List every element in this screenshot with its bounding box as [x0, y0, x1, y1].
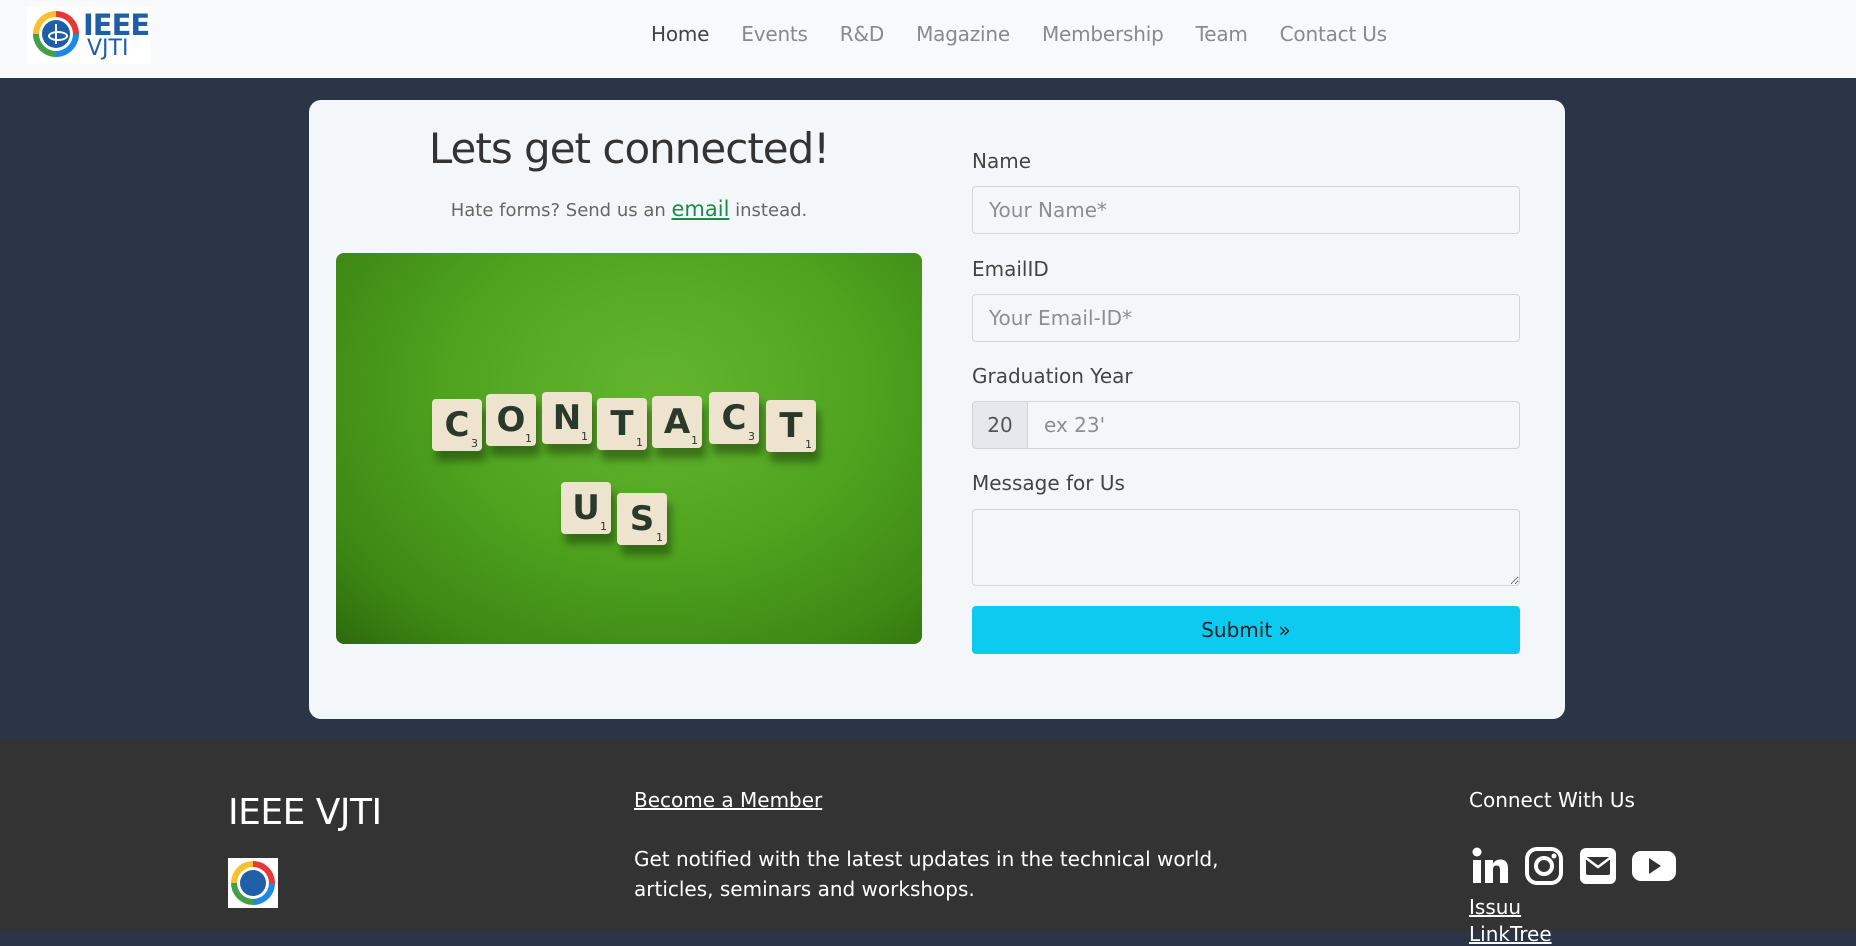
- ieee-vjti-logo[interactable]: IEEE VJTI: [27, 6, 151, 64]
- footer: IEEE VJTI Become a Member Get notified w…: [0, 740, 1856, 946]
- logo-text-bottom: VJTI: [87, 36, 129, 61]
- graduation-year-input[interactable]: [1027, 401, 1520, 449]
- name-label: Name: [972, 149, 1032, 173]
- nav-membership[interactable]: Membership: [1042, 20, 1164, 48]
- email-link[interactable]: email: [672, 197, 730, 221]
- tile: A1: [652, 396, 702, 448]
- tile: T1: [597, 398, 647, 450]
- tile: C3: [432, 399, 482, 451]
- tile: U1: [561, 482, 611, 534]
- sub-suffix: instead.: [729, 200, 808, 221]
- mail-icon[interactable]: [1577, 845, 1619, 887]
- graduation-year-prefix: 20: [972, 401, 1028, 449]
- nav-team[interactable]: Team: [1196, 20, 1248, 48]
- message-label: Message for Us: [972, 471, 1125, 495]
- become-member-link[interactable]: Become a Member: [634, 788, 822, 812]
- footer-logo: [228, 858, 278, 908]
- footer-description: Get notified with the latest updates in …: [634, 847, 1219, 901]
- instagram-icon[interactable]: [1523, 845, 1565, 887]
- social-icons: [1469, 845, 1677, 887]
- youtube-icon[interactable]: [1631, 845, 1677, 887]
- issuu-link[interactable]: Issuu: [1469, 895, 1521, 919]
- email-input[interactable]: [972, 294, 1520, 342]
- name-input[interactable]: [972, 186, 1520, 234]
- tile: N1: [542, 392, 592, 444]
- main-nav: Home Events R&D Magazine Membership Team…: [651, 20, 1419, 48]
- email-label: EmailID: [972, 257, 1049, 281]
- nav-events[interactable]: Events: [741, 20, 808, 48]
- navbar: IEEE VJTI Home Events R&D Magazine Membe…: [0, 0, 1856, 78]
- logo-emblem-icon: [240, 870, 266, 896]
- sub-prefix: Hate forms? Send us an: [450, 200, 672, 221]
- linkedin-icon[interactable]: [1469, 845, 1511, 887]
- tile: T1: [766, 400, 816, 452]
- contact-us-image: C3 O1 N1 T1 A1 C3 T1 U1 S1: [336, 253, 922, 644]
- submit-button[interactable]: Submit »: [972, 606, 1520, 654]
- footer-title: IEEE VJTI: [228, 792, 382, 833]
- contact-card: Lets get connected! Hate forms? Send us …: [309, 100, 1565, 719]
- email-alternative-text: Hate forms? Send us an email instead.: [309, 197, 949, 221]
- linktree-link[interactable]: LinkTree: [1469, 922, 1552, 946]
- nav-magazine[interactable]: Magazine: [916, 20, 1010, 48]
- nav-rnd[interactable]: R&D: [840, 20, 884, 48]
- logo-emblem-icon: [42, 20, 70, 48]
- tile: O1: [486, 394, 536, 446]
- nav-home[interactable]: Home: [651, 20, 709, 48]
- tile: C3: [709, 392, 759, 444]
- graduation-year-label: Graduation Year: [972, 364, 1133, 388]
- page-title: Lets get connected!: [428, 124, 830, 173]
- message-textarea[interactable]: [972, 509, 1520, 586]
- tile: S1: [617, 493, 667, 545]
- nav-contact-us[interactable]: Contact Us: [1280, 20, 1387, 48]
- connect-title: Connect With Us: [1469, 788, 1635, 812]
